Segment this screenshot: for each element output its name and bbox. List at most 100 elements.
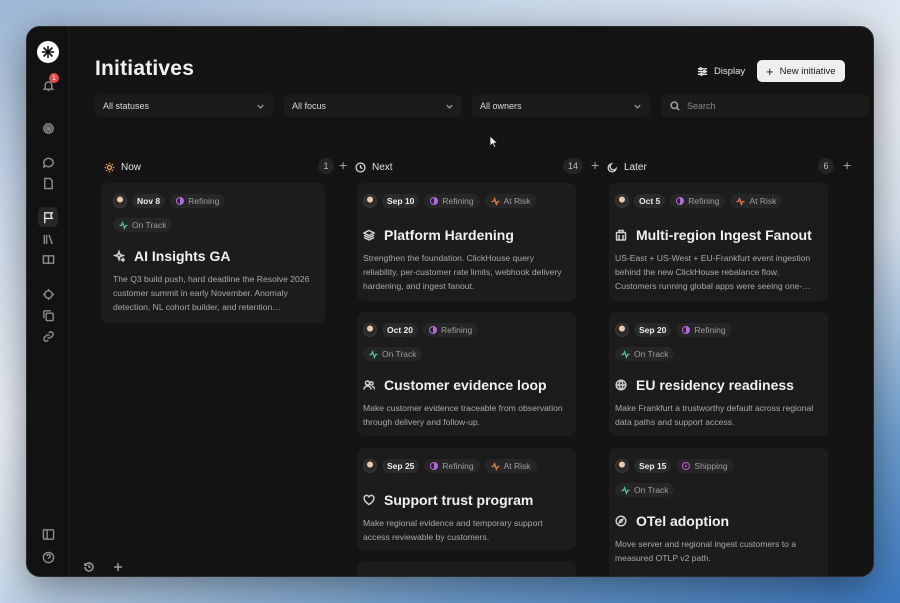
health-badge: On Track <box>363 347 423 361</box>
card-description: The Q3 build push, hard deadline the Res… <box>113 274 310 312</box>
plus-icon: + <box>766 63 774 79</box>
card-description: Make customer evidence traceable from ob… <box>363 403 563 427</box>
risk-badge: At Risk <box>730 194 783 208</box>
card-title: OTel adoption <box>636 513 730 529</box>
sidebar-toggle-icon[interactable] <box>38 524 58 544</box>
refining-icon <box>176 197 185 205</box>
owners-filter[interactable]: All owners <box>472 95 650 117</box>
document-icon[interactable] <box>38 173 58 193</box>
history-icon[interactable] <box>79 557 99 576</box>
sparkles-icon <box>113 250 125 262</box>
crosshair-icon[interactable] <box>38 284 58 304</box>
refining-icon <box>682 326 691 334</box>
chat-icon[interactable] <box>38 152 58 172</box>
building-icon <box>615 229 627 241</box>
book-icon[interactable] <box>38 249 58 269</box>
initiative-card[interactable]: Sep 20 Refining On Track EU residency re… <box>609 312 828 436</box>
owners-filter-value: All owners <box>480 101 522 111</box>
status-badge: Shipping <box>676 459 734 473</box>
health-badge: On Track <box>615 483 675 497</box>
target-date: Nov 8 <box>132 194 166 208</box>
target-date: Oct 20 <box>382 323 418 337</box>
target-date: Sep 15 <box>634 459 672 473</box>
refining-icon <box>676 197 685 205</box>
column-count-later: 6 <box>818 158 834 174</box>
users-icon <box>363 380 375 390</box>
status-filter[interactable]: All statuses <box>95 95 273 117</box>
heart-icon <box>363 494 375 506</box>
new-initiative-label: New initiative <box>779 65 836 77</box>
chevron-down-icon <box>446 104 453 109</box>
icon-rail: 1 <box>27 27 69 576</box>
pulse-icon <box>491 196 500 206</box>
layers-icon <box>363 229 375 241</box>
flag-icon[interactable] <box>38 207 58 227</box>
copy-icon[interactable] <box>38 305 58 325</box>
status-badge: Refining <box>423 323 479 337</box>
status-badge: Refining <box>676 323 732 337</box>
initiative-card[interactable]: Sep 25 Refining At Risk Support trust pr… <box>357 448 576 550</box>
avatar <box>363 323 377 337</box>
health-badge: On Track <box>113 218 173 232</box>
add-icon[interactable] <box>108 557 128 576</box>
search-placeholder: Search <box>687 101 716 111</box>
pulse-icon <box>369 349 378 359</box>
card-description: Make regional evidence and temporary sup… <box>363 518 543 542</box>
focus-filter-value: All focus <box>292 101 327 111</box>
add-to-now-button[interactable]: + <box>339 157 347 173</box>
initiative-card[interactable]: Oct 20 Refining On Track Customer eviden… <box>357 312 576 436</box>
target-icon[interactable] <box>38 118 58 138</box>
clock-icon <box>355 161 366 173</box>
column-header-later: Later <box>607 159 647 175</box>
new-initiative-button[interactable]: + New initiative <box>757 60 845 82</box>
link-icon[interactable] <box>38 326 58 346</box>
risk-badge: At Risk <box>484 459 537 473</box>
pulse-icon <box>119 220 128 230</box>
column-title-later: Later <box>624 161 647 173</box>
refining-icon <box>430 197 439 205</box>
focus-filter[interactable]: All focus <box>284 95 462 117</box>
app-logo[interactable] <box>37 41 59 63</box>
target-date: Sep 10 <box>382 194 420 208</box>
chevron-down-icon <box>257 104 264 109</box>
initiative-card[interactable]: Sep 15 Shipping On Track OTel adoption M… <box>609 448 828 576</box>
card-description: Strengthen the foundation. ClickHouse qu… <box>363 253 562 291</box>
column-header-next: Next <box>355 159 393 175</box>
card-title: AI Insights GA <box>134 248 231 264</box>
display-button[interactable]: Display <box>689 60 753 82</box>
add-to-later-button[interactable]: + <box>843 157 851 173</box>
column-title-next: Next <box>372 161 393 173</box>
sliders-icon <box>697 66 708 76</box>
chevron-down-icon <box>634 104 641 109</box>
moon-icon <box>607 162 618 173</box>
main-content: Initiatives Display + New initiative All… <box>69 27 873 576</box>
target-date: Sep 20 <box>634 323 672 337</box>
compass-icon <box>615 515 627 527</box>
mouse-cursor-icon <box>489 135 499 149</box>
help-icon[interactable] <box>38 547 58 567</box>
column-header-now: Now <box>104 159 141 175</box>
app-window: 1 Initiatives Display + New initiative A… <box>26 26 874 577</box>
initiative-card[interactable]: Oct 5 Refining At Risk Multi-region Inge… <box>609 183 828 301</box>
refining-icon <box>429 326 437 334</box>
card-description: Make Frankfurt a trustworthy default acr… <box>615 403 814 427</box>
initiative-card[interactable]: Sep 10 Refining At Risk Platform Hardeni… <box>357 183 576 301</box>
card-title: EU residency readiness <box>636 377 794 393</box>
add-to-next-button[interactable]: + <box>591 157 599 173</box>
column-count-now: 1 <box>318 158 334 174</box>
avatar <box>615 459 629 473</box>
sun-icon <box>104 162 115 173</box>
pulse-icon <box>491 461 500 471</box>
status-badge: Refining <box>670 194 726 208</box>
library-icon[interactable] <box>38 229 58 249</box>
search-input[interactable]: Search <box>661 95 869 117</box>
status-badge: Refining <box>170 194 226 208</box>
column-count-next: 14 <box>563 158 584 174</box>
status-filter-value: All statuses <box>103 101 150 111</box>
health-badge: On Track <box>615 347 675 361</box>
card-title: Customer evidence loop <box>384 377 547 393</box>
initiative-card[interactable]: Nov 8 Refining On Track AI Insights GA T… <box>101 183 325 323</box>
initiative-card[interactable] <box>357 561 576 576</box>
avatar <box>363 194 377 208</box>
card-title: Support trust program <box>384 492 534 508</box>
